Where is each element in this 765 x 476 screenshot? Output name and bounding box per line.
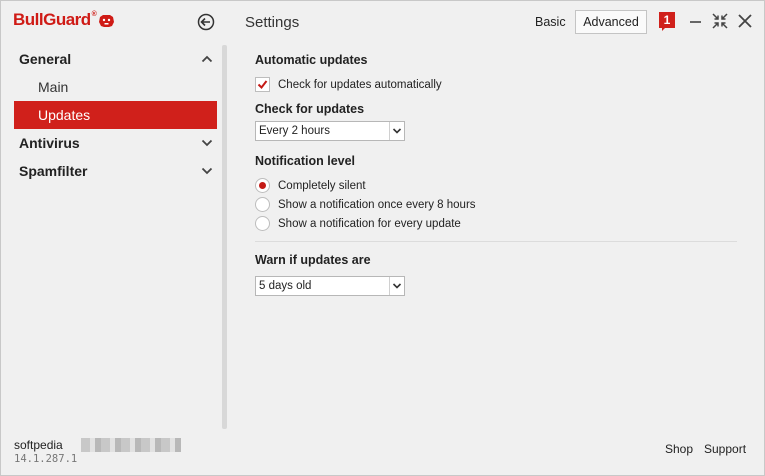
close-button[interactable]: [736, 12, 754, 30]
version-number: 14.1.287.1: [14, 453, 78, 465]
account-name: softpedia: [14, 438, 63, 452]
section-divider: [255, 241, 737, 242]
collapse-arrows-icon: [712, 13, 728, 29]
chevron-up-icon: [201, 55, 213, 63]
bullguard-logo: BullGuard ®: [13, 10, 115, 30]
back-arrow-icon: [197, 13, 215, 31]
notification-count-badge: 1: [659, 12, 675, 28]
notification-option-every-update[interactable]: Show a notification for every update: [255, 215, 461, 232]
radio-label: Show a notification once every 8 hours: [278, 198, 476, 211]
back-button[interactable]: [197, 13, 215, 31]
close-icon: [738, 14, 752, 28]
check-for-updates-heading: Check for updates: [255, 102, 365, 116]
chevron-down-icon: [201, 139, 213, 147]
radio-label: Show a notification for every update: [278, 217, 461, 230]
minimize-button[interactable]: [687, 12, 705, 30]
sidebar-section-label: Spamfilter: [19, 163, 88, 179]
sidebar: General Main Updates Antivirus Spamfilte…: [1, 43, 223, 433]
basic-mode-button[interactable]: Basic: [529, 11, 572, 33]
radio-label: Completely silent: [278, 179, 366, 192]
page-title: Settings: [245, 14, 300, 31]
support-link[interactable]: Support: [704, 442, 746, 456]
sidebar-section-label: Antivirus: [19, 135, 80, 151]
automatic-updates-heading: Automatic updates: [255, 53, 368, 67]
update-frequency-value: Every 2 hours: [259, 125, 330, 137]
notification-option-silent[interactable]: Completely silent: [255, 177, 366, 194]
sidebar-section-general[interactable]: General: [14, 45, 217, 73]
sidebar-section-spamfilter[interactable]: Spamfilter: [14, 157, 217, 185]
auto-update-checkbox[interactable]: [255, 77, 270, 92]
checkmark-icon: [257, 80, 268, 90]
brand-name: BullGuard: [13, 10, 91, 29]
title-bar: BullGuard ® Settings Basic Advanced 1: [1, 1, 765, 43]
update-age-warning-value: 5 days old: [259, 280, 312, 292]
bulldog-icon: [99, 14, 115, 27]
chevron-down-icon: [201, 167, 213, 175]
minimize-icon: [690, 21, 701, 23]
settings-window: BullGuard ® Settings Basic Advanced 1 Ge…: [0, 0, 765, 476]
radio-button[interactable]: [255, 216, 270, 231]
notification-option-every-8-hours[interactable]: Show a notification once every 8 hours: [255, 196, 476, 213]
chevron-down-icon: [392, 283, 402, 289]
dropdown-arrow: [389, 277, 404, 295]
shop-link[interactable]: Shop: [665, 442, 693, 456]
sidebar-section-label: General: [19, 51, 72, 67]
auto-update-checkbox-label: Check for updates automatically: [278, 78, 442, 91]
notifications-button[interactable]: 1: [659, 12, 675, 31]
chevron-down-icon: [392, 128, 402, 134]
radio-button[interactable]: [255, 178, 270, 193]
brand-registered-mark: ®: [91, 10, 97, 18]
advanced-mode-button[interactable]: Advanced: [575, 10, 647, 34]
speech-bubble-tail: [662, 27, 666, 31]
dropdown-arrow: [389, 122, 404, 140]
restore-button[interactable]: [711, 12, 729, 30]
sidebar-section-antivirus[interactable]: Antivirus: [14, 129, 217, 157]
warn-if-updates-heading: Warn if updates are: [255, 253, 371, 267]
sidebar-item-main[interactable]: Main: [14, 73, 217, 101]
notification-level-heading: Notification level: [255, 154, 356, 168]
radio-button[interactable]: [255, 197, 270, 212]
update-frequency-select[interactable]: Every 2 hours: [255, 121, 405, 141]
sidebar-item-updates[interactable]: Updates: [14, 101, 217, 129]
auto-update-checkbox-row[interactable]: Check for updates automatically: [255, 76, 442, 93]
redacted-account-info: [81, 438, 181, 452]
sidebar-scrollbar[interactable]: [222, 45, 227, 429]
update-age-warning-select[interactable]: 5 days old: [255, 276, 405, 296]
